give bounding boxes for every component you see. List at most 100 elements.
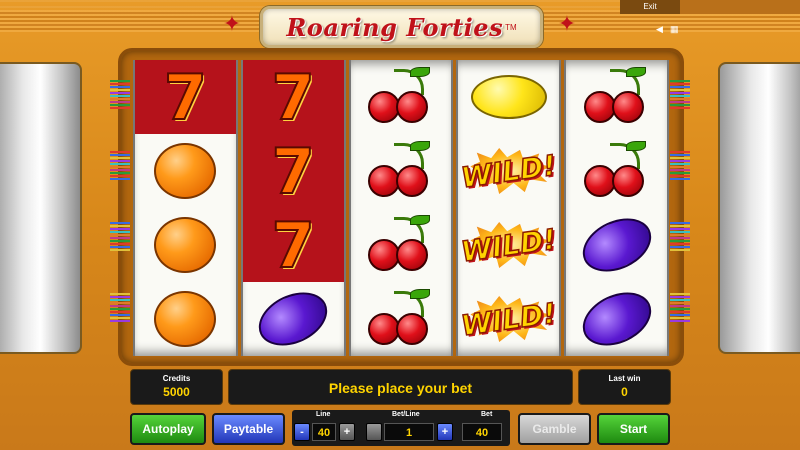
trademark: TM <box>505 22 517 32</box>
seven-symbol: 7 <box>271 134 316 209</box>
credits-label: Credits <box>162 374 191 383</box>
line-marker <box>110 154 130 156</box>
line-marker <box>670 302 690 304</box>
reel-cell <box>566 282 667 356</box>
game-logo: Roaring Forties TM <box>260 6 543 48</box>
cherries-symbol <box>366 141 436 199</box>
seven-symbol: 7 <box>271 208 316 283</box>
cherry-leaf <box>409 215 430 225</box>
line-marker <box>110 160 130 162</box>
cherry <box>583 165 616 197</box>
line-marker <box>110 240 130 242</box>
line-marker-group <box>670 151 690 180</box>
last-win-label: Last win <box>608 374 641 383</box>
cherry-leaf <box>409 67 430 77</box>
star-icon: ✦ <box>222 11 242 36</box>
line-marker <box>110 228 130 230</box>
line-marker <box>110 243 130 245</box>
line-marker <box>670 175 690 177</box>
cherry <box>583 91 616 123</box>
line-marker-group <box>670 80 690 109</box>
start-button[interactable]: Start <box>597 413 670 445</box>
wild-symbol: WILD! <box>458 134 559 208</box>
line-marker <box>670 231 690 233</box>
line-marker <box>670 86 690 88</box>
reel-cell <box>351 134 452 208</box>
line-label: Line <box>316 411 331 418</box>
line-marker-group <box>670 222 690 251</box>
cherries-symbol <box>366 67 436 125</box>
gamble-button[interactable]: Gamble <box>518 413 591 445</box>
line-marker <box>110 225 130 227</box>
line-marker <box>110 92 130 94</box>
line-marker <box>110 178 130 180</box>
exit-button[interactable]: Exit <box>620 0 680 14</box>
cherry-leaf <box>625 141 646 151</box>
line-marker <box>670 293 690 295</box>
line-plus-button[interactable]: + <box>339 423 355 441</box>
line-marker <box>670 240 690 242</box>
reel-5 <box>564 60 669 356</box>
cherry <box>395 239 428 271</box>
line-marker <box>670 317 690 319</box>
line-marker <box>670 98 690 100</box>
orange-symbol <box>154 217 217 273</box>
reel-3 <box>348 60 454 356</box>
paytable-button[interactable]: Paytable <box>212 413 285 445</box>
line-marker <box>670 222 690 224</box>
line-marker <box>110 169 130 171</box>
seven-symbol: 7 <box>271 60 316 135</box>
line-marker <box>110 222 130 224</box>
line-marker <box>670 305 690 307</box>
reel-cell <box>458 60 559 134</box>
line-marker <box>670 92 690 94</box>
line-marker <box>110 320 130 322</box>
line-marker <box>110 163 130 165</box>
lemon-symbol <box>470 75 547 119</box>
plum-symbol <box>573 282 660 356</box>
wild-text: WILD! <box>459 221 559 268</box>
bet-line-minus-button[interactable] <box>366 423 382 441</box>
line-marker <box>670 311 690 313</box>
line-marker <box>670 101 690 103</box>
line-marker <box>110 101 130 103</box>
sound-icon[interactable]: ◀ <box>656 24 666 34</box>
line-marker-group <box>670 293 690 322</box>
orange-symbol <box>154 143 217 199</box>
line-marker <box>670 225 690 227</box>
line-marker <box>110 89 130 91</box>
line-marker <box>670 314 690 316</box>
line-minus-button[interactable]: - <box>294 423 310 441</box>
reel-cell: 7 <box>242 134 344 209</box>
cherry <box>611 165 644 197</box>
line-marker <box>110 299 130 301</box>
line-marker-group <box>110 222 130 251</box>
reel-cell <box>135 282 236 356</box>
reel-4: WILD! WILD! WILD! <box>456 60 562 356</box>
line-marker <box>110 172 130 174</box>
line-marker <box>110 95 130 97</box>
line-marker <box>670 249 690 251</box>
line-markers-right <box>670 80 690 364</box>
line-marker-group <box>110 80 130 109</box>
fullscreen-icon[interactable]: ▦ <box>670 24 680 34</box>
line-marker <box>110 86 130 88</box>
reel-cell: 7 <box>135 60 236 135</box>
cherry <box>395 91 428 123</box>
reel-cell <box>566 208 667 282</box>
reels: 7 7 7 7 WILD! WILD! WILD! <box>133 60 669 358</box>
line-marker <box>110 234 130 236</box>
line-marker <box>110 317 130 319</box>
line-marker <box>110 83 130 85</box>
line-marker <box>110 293 130 295</box>
cherry <box>395 165 428 197</box>
cherries-symbol <box>582 67 652 125</box>
plum-symbol <box>250 282 336 356</box>
line-marker <box>110 296 130 298</box>
bet-label: Bet <box>481 411 493 418</box>
cherry-leaf <box>625 67 646 77</box>
bet-line-plus-button[interactable]: + <box>437 423 453 441</box>
line-marker-group <box>110 151 130 180</box>
line-marker <box>670 89 690 91</box>
autoplay-button[interactable]: Autoplay <box>130 413 206 445</box>
